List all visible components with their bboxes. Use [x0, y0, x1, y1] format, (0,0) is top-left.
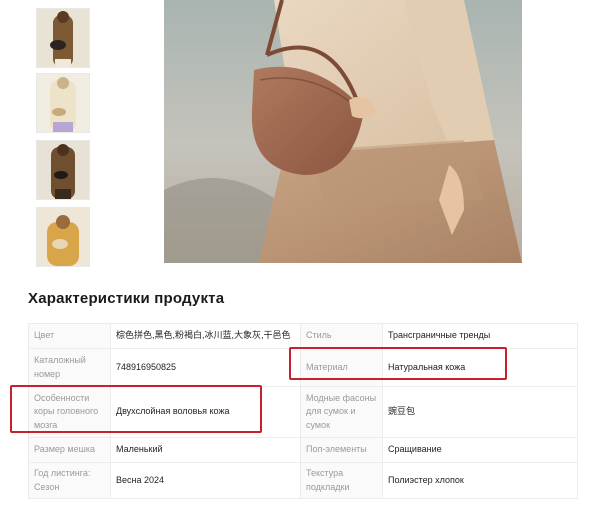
spec-value: 棕色拼色,黑色,粉褐白,冰川蓝,大象灰,干邑色	[110, 323, 301, 349]
spec-value: Весна 2024	[110, 462, 301, 499]
spec-value: Маленький	[110, 437, 301, 463]
spec-key: Каталожный номер	[28, 348, 111, 387]
thumbnail-gallery	[0, 0, 100, 267]
main-product-image	[164, 0, 522, 263]
thumbnail-1[interactable]	[36, 8, 90, 68]
spec-key: Год листинга: Сезон	[28, 462, 111, 499]
table-row: Год листинга: Сезон Весна 2024 Текстура …	[28, 462, 578, 499]
spec-key: Размер мешка	[28, 437, 111, 463]
spec-value: Трансграничные тренды	[382, 323, 578, 349]
highlight-material	[289, 347, 507, 380]
highlight-cortex-features	[10, 385, 262, 433]
spec-key: Модные фасоны для сумок и сумок	[300, 386, 383, 438]
thumbnail-4[interactable]	[36, 207, 90, 267]
thumbnail-2[interactable]	[36, 73, 90, 133]
spec-key: Поп-элементы	[300, 437, 383, 463]
spec-value: 豌豆包	[382, 386, 578, 438]
spec-key: Текстура подкладки	[300, 462, 383, 499]
table-row: Цвет 棕色拼色,黑色,粉褐白,冰川蓝,大象灰,干邑色 Стиль Транс…	[28, 323, 578, 349]
spec-value: Полиэстер хлопок	[382, 462, 578, 499]
spec-key: Цвет	[28, 323, 111, 349]
spec-value: Сращивание	[382, 437, 578, 463]
thumbnail-3[interactable]	[36, 140, 90, 200]
table-row: Размер мешка Маленький Поп-элементы Сращ…	[28, 437, 578, 463]
section-title: Характеристики продукта	[28, 290, 225, 307]
spec-key: Стиль	[300, 323, 383, 349]
spec-value: 748916950825	[110, 348, 301, 387]
